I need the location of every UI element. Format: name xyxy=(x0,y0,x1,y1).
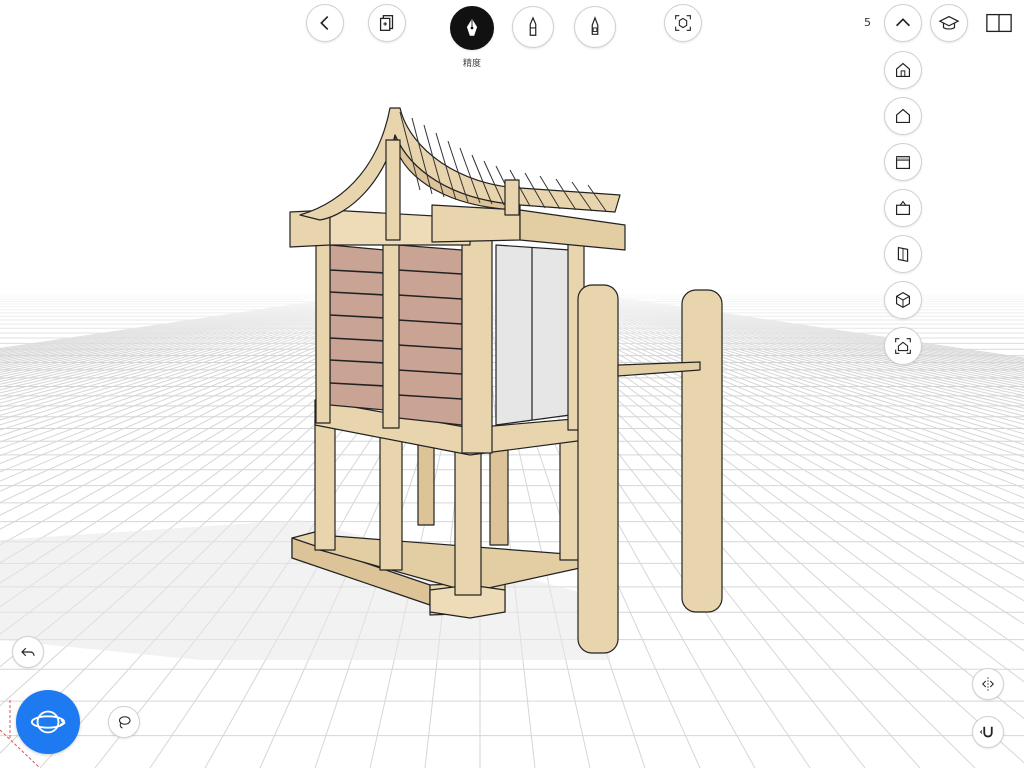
chevron-up-icon xyxy=(895,18,911,27)
graduation-cap-icon xyxy=(938,15,960,30)
collapse-button[interactable] xyxy=(884,4,922,42)
left-view-icon xyxy=(897,246,909,263)
front-view-button[interactable] xyxy=(884,51,922,89)
left-view-button[interactable] xyxy=(884,235,922,273)
learn-button[interactable] xyxy=(930,4,968,42)
side-view-button[interactable] xyxy=(884,97,922,135)
model-viewport[interactable] xyxy=(0,0,1024,768)
cube-icon xyxy=(895,291,911,309)
active-tool-label: 精度 xyxy=(463,59,482,69)
fit-view-icon xyxy=(675,15,691,31)
iso-view-button[interactable] xyxy=(884,281,922,319)
magnet-button[interactable] xyxy=(972,716,1004,748)
layer-count: 5 xyxy=(864,16,871,29)
shrine-model xyxy=(289,107,723,654)
fountain-pen-icon xyxy=(466,18,478,36)
orbit-button[interactable] xyxy=(16,690,80,754)
pages-button[interactable] xyxy=(368,4,406,42)
home-frame-icon xyxy=(895,338,911,354)
brush-pen-icon xyxy=(591,16,599,35)
bottom-view-button[interactable] xyxy=(884,189,922,227)
front-view-icon xyxy=(895,62,911,78)
undo-button[interactable] xyxy=(12,636,44,668)
brush-pen-tool[interactable] xyxy=(574,6,616,48)
top-view-icon xyxy=(895,156,911,170)
panel-toggle-button[interactable] xyxy=(984,10,1014,36)
marker-pen-tool[interactable] xyxy=(512,6,554,48)
lasso-button[interactable] xyxy=(108,706,140,738)
chevron-left-icon xyxy=(320,15,329,31)
top-view-button[interactable] xyxy=(884,143,922,181)
bottom-view-icon xyxy=(895,200,911,216)
pages-icon xyxy=(379,15,394,31)
lasso-icon xyxy=(118,716,131,729)
fit-view-button[interactable] xyxy=(664,4,702,42)
undo-icon xyxy=(21,647,35,657)
back-button[interactable] xyxy=(306,4,344,42)
magnet-icon xyxy=(979,726,993,738)
home-view-button[interactable] xyxy=(884,327,922,365)
precision-pen-tool[interactable] xyxy=(450,6,494,50)
panel-icon xyxy=(986,13,1012,33)
marker-pen-icon xyxy=(529,16,537,36)
orbit-icon xyxy=(30,710,66,734)
mirror-icon xyxy=(982,677,994,691)
mirror-button[interactable] xyxy=(972,668,1004,700)
side-view-icon xyxy=(895,108,911,124)
